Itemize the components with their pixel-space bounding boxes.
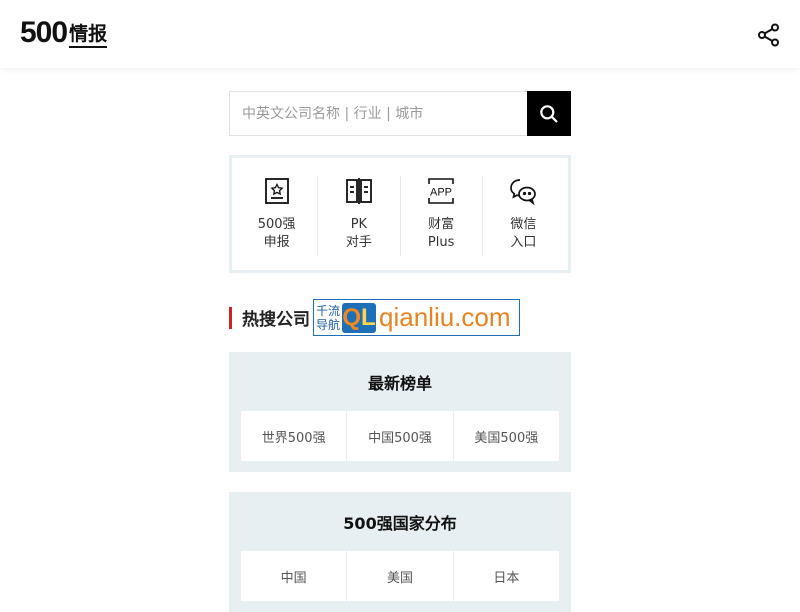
search-input[interactable] <box>229 91 527 136</box>
header: 500 情报 <box>0 0 800 68</box>
qianliu-domain: qianliu.com <box>379 302 511 332</box>
ql-logo-icon: QL <box>342 302 377 333</box>
qianliu-badge-line2: 导航 <box>316 317 341 332</box>
quick-link-app[interactable]: APP 财富 Plus <box>401 176 483 256</box>
ql-logo-q: Q <box>342 303 362 331</box>
quick-link-label: 财富 <box>428 217 455 232</box>
quick-link-label: 500强 <box>257 217 296 232</box>
quick-link-apply[interactable]: 500强 申报 <box>236 176 319 256</box>
app-icon: APP <box>428 178 454 204</box>
country-link-usa[interactable]: 美国 <box>347 551 454 601</box>
logo[interactable]: 500 情报 <box>20 16 108 49</box>
search-icon <box>540 104 558 123</box>
panel-title: 500强国家分布 <box>343 513 457 533</box>
quick-link-pk[interactable]: PK 对手 <box>318 176 401 256</box>
qianliu-badge[interactable]: 千流 导航 QL qianliu.com <box>313 299 520 336</box>
qianliu-badge-text: 千流 导航 <box>316 304 340 332</box>
search-button[interactable] <box>527 91 571 136</box>
compare-book-icon <box>345 178 372 204</box>
panel-row: 中国 美国 日本 <box>241 551 559 601</box>
section-accent-bar <box>229 306 232 329</box>
country-link-china[interactable]: 中国 <box>241 551 348 601</box>
ql-logo-l: L <box>361 303 376 331</box>
quick-link-label: Plus <box>427 235 455 250</box>
ranking-link-china-500[interactable]: 中国500强 <box>347 411 454 461</box>
latest-rankings-panel: 最新榜单 世界500强 中国500强 美国500强 <box>229 352 571 472</box>
quick-links: 500强 申报 PK 对手 APP 财富 Plus 微信 入口 <box>229 155 571 273</box>
quick-link-label: 入口 <box>510 235 537 250</box>
hot-companies-header: 热搜公司 千流 导航 QL qianliu.com <box>229 299 571 336</box>
panel-title: 最新榜单 <box>367 373 432 393</box>
qianliu-badge-line1: 千流 <box>316 303 341 318</box>
logo-text: 情报 <box>69 23 108 48</box>
share-icon[interactable] <box>756 22 782 48</box>
quick-link-label: 对手 <box>345 235 372 250</box>
star-certificate-icon <box>264 178 289 204</box>
logo-number: 500 <box>20 16 68 49</box>
hot-companies-title: 热搜公司 <box>242 310 310 330</box>
panel-row: 世界500强 中国500强 美国500强 <box>241 411 559 461</box>
ranking-link-us-500[interactable]: 美国500强 <box>454 411 559 461</box>
quick-link-label: 申报 <box>263 235 290 250</box>
svg-text:APP: APP <box>430 187 452 199</box>
quick-link-wechat[interactable]: 微信 入口 <box>483 176 564 256</box>
search-bar <box>229 91 571 136</box>
country-link-japan[interactable]: 日本 <box>454 551 559 601</box>
ranking-link-global-500[interactable]: 世界500强 <box>241 411 348 461</box>
quick-link-label: PK <box>350 217 368 232</box>
country-distribution-panel: 500强国家分布 中国 美国 日本 <box>229 492 571 612</box>
main-content: 500强 申报 PK 对手 APP 财富 Plus <box>229 91 571 612</box>
quick-link-label: 微信 <box>510 217 537 232</box>
wechat-icon <box>510 179 537 206</box>
